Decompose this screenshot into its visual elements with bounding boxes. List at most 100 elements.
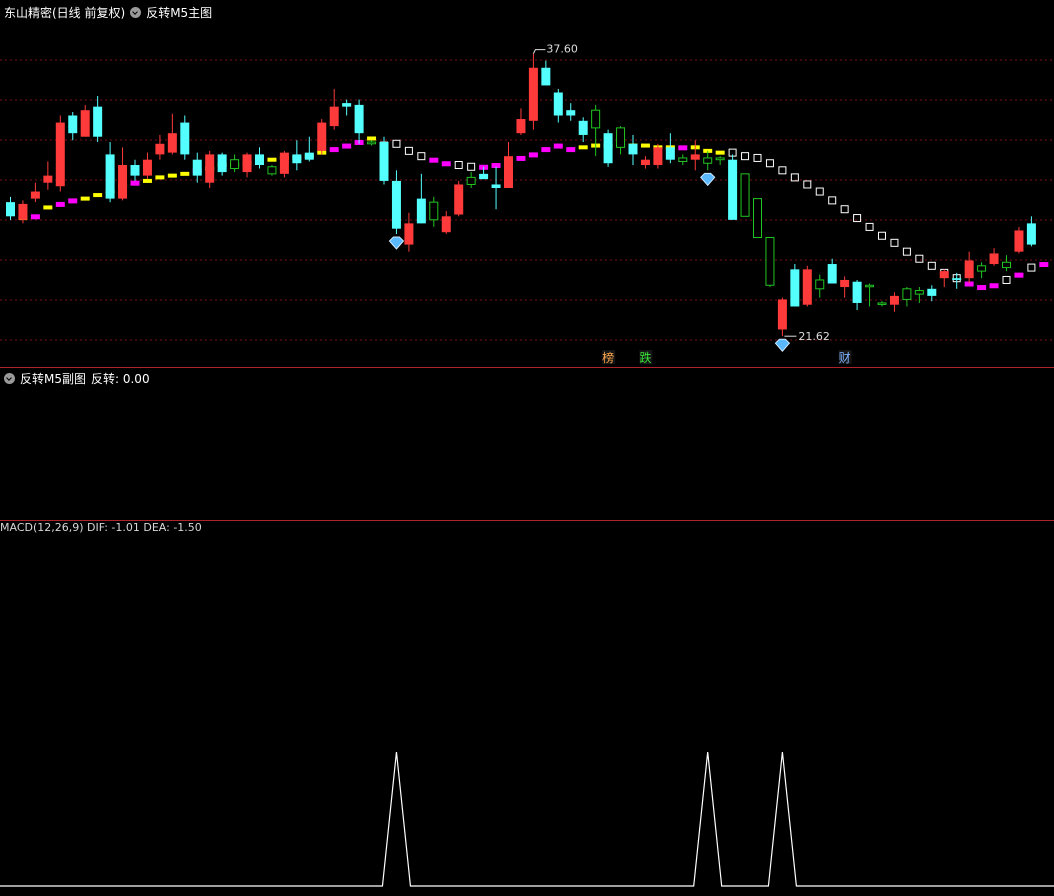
candle: [404, 212, 414, 252]
candle: [616, 126, 626, 155]
candle: [516, 108, 526, 135]
candle-body: [367, 141, 377, 145]
low-price-label: 21.62: [798, 330, 830, 343]
ma-marker: [267, 157, 277, 162]
candle: [703, 150, 713, 171]
candle-body: [790, 269, 800, 307]
sub-indicator-toggle-icon[interactable]: [4, 373, 15, 384]
candle-body: [93, 106, 103, 137]
ma-marker: [180, 171, 190, 176]
candle-body: [728, 159, 738, 220]
candle: [815, 274, 825, 298]
candle: [367, 140, 377, 146]
macd-header-strip: MACD(12,26,9) DIF: -1.01 DEA: -1.50: [0, 521, 202, 534]
main-chart-pane[interactable]: 37.60 21.62 榜 跌 财 东山精密(日线 前复权) 反转M5主图: [0, 0, 1054, 367]
candle-body: [665, 147, 675, 160]
candle: [255, 147, 264, 169]
candle: [528, 53, 538, 130]
candle-body: [118, 165, 128, 199]
ma-marker: [640, 143, 650, 148]
candle-body: [192, 159, 202, 176]
ma-marker: [989, 283, 999, 289]
candle: [989, 248, 999, 266]
candle-body: [703, 157, 713, 164]
candle: [55, 115, 65, 192]
candle-body: [342, 103, 352, 107]
candle: [354, 99, 364, 144]
sub-header: 反转M5副图 反转: 0.00: [4, 370, 150, 387]
candle-body: [504, 156, 513, 188]
diamond-signal-icon: [700, 172, 716, 187]
candle-body: [1002, 261, 1011, 269]
diamond-signal-icon: [774, 338, 791, 352]
candle-body: [1014, 230, 1024, 252]
candle: [230, 154, 240, 173]
ma-marker: [1027, 263, 1036, 272]
ma-marker: [429, 157, 439, 163]
candle: [715, 156, 725, 166]
candle: [578, 117, 588, 143]
candlestick-chart[interactable]: 37.60 21.62 榜 跌 财: [0, 0, 1054, 367]
candle: [889, 292, 899, 312]
high-label-leader: [532, 49, 546, 54]
ma-marker: [715, 150, 725, 155]
ma-marker: [55, 201, 65, 207]
candle-body: [753, 198, 762, 239]
candle-body: [528, 67, 538, 121]
candle-body: [105, 154, 115, 199]
ma-marker: [541, 147, 551, 153]
candle-body: [479, 173, 489, 180]
ma-marker: [902, 247, 911, 256]
candle-body: [454, 184, 464, 215]
candle-body: [777, 299, 787, 330]
ma-marker: [890, 238, 899, 247]
candle-body: [255, 154, 264, 166]
candle-body: [765, 237, 775, 286]
candle: [777, 297, 787, 337]
ma-marker: [467, 162, 476, 171]
ma-marker: [43, 205, 53, 210]
candle-body: [815, 279, 825, 290]
candle: [80, 104, 90, 137]
indicator-toggle-icon[interactable]: [130, 7, 142, 18]
candle: [553, 88, 563, 123]
ma-marker: [815, 187, 824, 196]
candle: [802, 265, 812, 307]
candle-body: [80, 110, 90, 137]
candle: [43, 161, 53, 190]
ma-marker: [392, 139, 401, 148]
candle: [68, 111, 78, 141]
sub-chart-pane[interactable]: 反转M5副图 反转: 0.00: [0, 367, 1054, 887]
candle: [628, 134, 638, 166]
candle-body: [964, 260, 974, 279]
candle-body: [6, 202, 15, 217]
candle: [591, 104, 601, 157]
candle: [142, 152, 152, 180]
ma-marker: [853, 214, 862, 223]
ma-marker: [167, 173, 177, 178]
candle: [1014, 226, 1024, 254]
candle: [242, 152, 252, 178]
candle: [30, 182, 40, 203]
candle: [827, 258, 837, 284]
candle-body: [466, 176, 476, 185]
sub-indicator-value: 反转: 0.00: [91, 372, 150, 386]
ma-marker: [566, 147, 576, 153]
candle: [541, 60, 551, 86]
candle: [840, 276, 850, 298]
candle: [504, 142, 513, 188]
candle: [603, 129, 613, 167]
main-indicator-label[interactable]: 反转M5主图: [146, 4, 212, 21]
candle: [914, 287, 924, 303]
sub-indicator-label[interactable]: 反转M5副图: [20, 370, 86, 387]
reversal-signal-chart[interactable]: [0, 734, 1054, 896]
ma-marker: [342, 143, 352, 149]
candle-body: [952, 278, 962, 280]
ma-marker: [528, 152, 538, 158]
ma-marker: [93, 193, 103, 198]
candle-body: [939, 271, 949, 279]
ma-marker: [130, 180, 140, 186]
ma-marker: [865, 222, 874, 231]
candle-body: [416, 198, 426, 224]
candle: [491, 166, 501, 210]
